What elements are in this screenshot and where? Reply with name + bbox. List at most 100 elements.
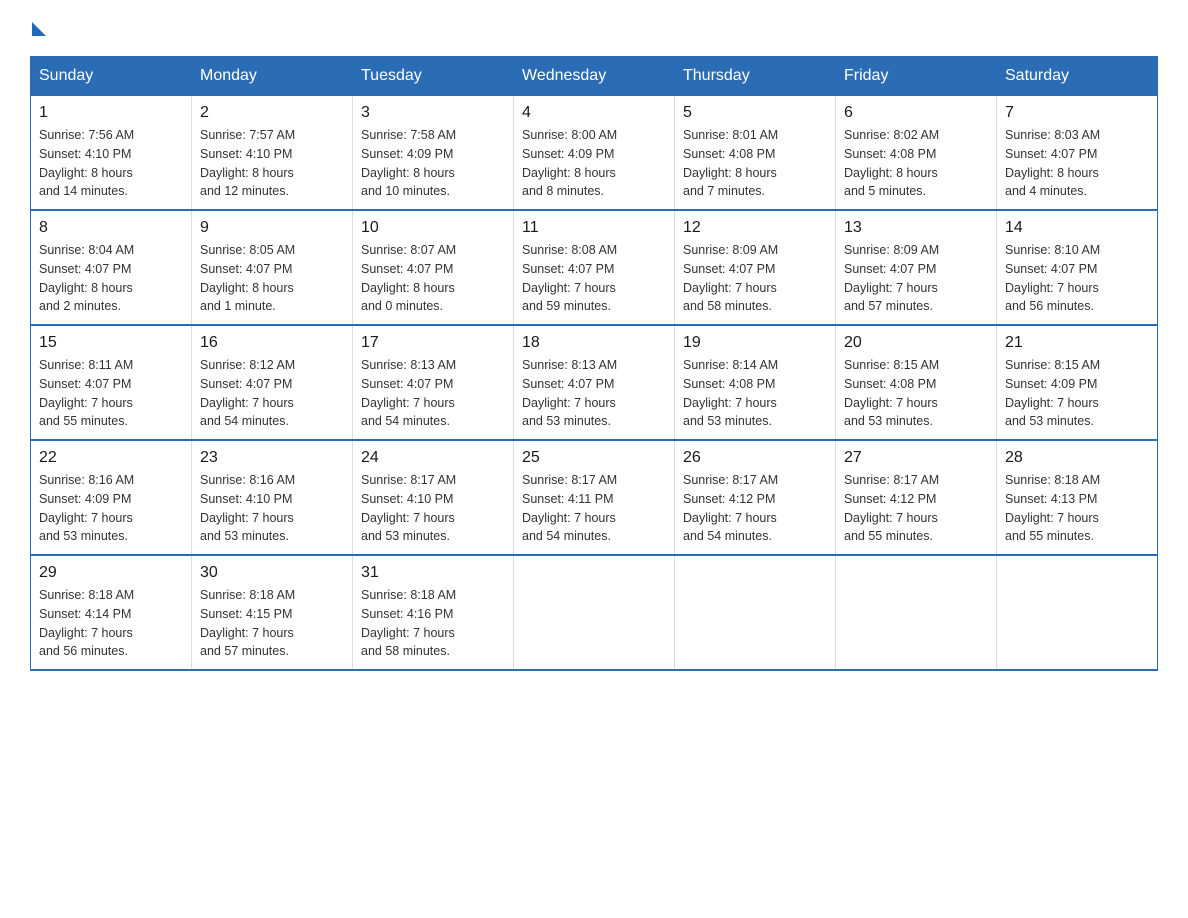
calendar-cell: 27 Sunrise: 8:17 AMSunset: 4:12 PMDayligh… (836, 440, 997, 555)
calendar-cell (836, 555, 997, 670)
day-info: Sunrise: 8:05 AMSunset: 4:07 PMDaylight:… (200, 241, 344, 316)
calendar-cell: 4 Sunrise: 8:00 AMSunset: 4:09 PMDaylight… (514, 96, 675, 211)
weekday-header-sunday: Sunday (31, 57, 192, 96)
day-info: Sunrise: 8:16 AMSunset: 4:09 PMDaylight:… (39, 471, 183, 546)
day-info: Sunrise: 8:12 AMSunset: 4:07 PMDaylight:… (200, 356, 344, 431)
day-number: 29 (39, 564, 183, 582)
day-info: Sunrise: 8:04 AMSunset: 4:07 PMDaylight:… (39, 241, 183, 316)
calendar-cell: 5 Sunrise: 8:01 AMSunset: 4:08 PMDaylight… (675, 96, 836, 211)
day-number: 14 (1005, 219, 1149, 237)
calendar-cell: 22 Sunrise: 8:16 AMSunset: 4:09 PMDayligh… (31, 440, 192, 555)
calendar-cell (675, 555, 836, 670)
day-number: 4 (522, 104, 666, 122)
day-info: Sunrise: 8:10 AMSunset: 4:07 PMDaylight:… (1005, 241, 1149, 316)
day-number: 9 (200, 219, 344, 237)
logo (30, 20, 46, 36)
calendar-table: SundayMondayTuesdayWednesdayThursdayFrid… (30, 56, 1158, 671)
day-info: Sunrise: 8:13 AMSunset: 4:07 PMDaylight:… (361, 356, 505, 431)
calendar-cell: 12 Sunrise: 8:09 AMSunset: 4:07 PMDayligh… (675, 210, 836, 325)
calendar-cell: 9 Sunrise: 8:05 AMSunset: 4:07 PMDaylight… (192, 210, 353, 325)
calendar-week-4: 22 Sunrise: 8:16 AMSunset: 4:09 PMDayligh… (31, 440, 1158, 555)
day-number: 17 (361, 334, 505, 352)
day-number: 25 (522, 449, 666, 467)
day-number: 31 (361, 564, 505, 582)
calendar-cell: 15 Sunrise: 8:11 AMSunset: 4:07 PMDayligh… (31, 325, 192, 440)
calendar-cell: 26 Sunrise: 8:17 AMSunset: 4:12 PMDayligh… (675, 440, 836, 555)
day-number: 3 (361, 104, 505, 122)
weekday-header-wednesday: Wednesday (514, 57, 675, 96)
day-info: Sunrise: 8:17 AMSunset: 4:12 PMDaylight:… (844, 471, 988, 546)
calendar-week-1: 1 Sunrise: 7:56 AMSunset: 4:10 PMDaylight… (31, 96, 1158, 211)
day-number: 5 (683, 104, 827, 122)
logo-text (30, 20, 46, 36)
calendar-cell: 10 Sunrise: 8:07 AMSunset: 4:07 PMDayligh… (353, 210, 514, 325)
calendar-cell (997, 555, 1158, 670)
day-info: Sunrise: 8:11 AMSunset: 4:07 PMDaylight:… (39, 356, 183, 431)
calendar-cell: 31Sunrise: 8:18 AMSunset: 4:16 PMDayligh… (353, 555, 514, 670)
calendar-cell (514, 555, 675, 670)
day-info: Sunrise: 8:09 AMSunset: 4:07 PMDaylight:… (683, 241, 827, 316)
calendar-cell: 18Sunrise: 8:13 AMSunset: 4:07 PMDayligh… (514, 325, 675, 440)
day-number: 28 (1005, 449, 1149, 467)
calendar-cell: 7 Sunrise: 8:03 AMSunset: 4:07 PMDaylight… (997, 96, 1158, 211)
day-number: 7 (1005, 104, 1149, 122)
calendar-cell: 20 Sunrise: 8:15 AMSunset: 4:08 PMDayligh… (836, 325, 997, 440)
day-info: Sunrise: 8:15 AMSunset: 4:09 PMDaylight:… (1005, 356, 1149, 431)
calendar-cell: 23Sunrise: 8:16 AMSunset: 4:10 PMDayligh… (192, 440, 353, 555)
day-info: Sunrise: 8:00 AMSunset: 4:09 PMDaylight:… (522, 126, 666, 201)
calendar-cell: 28 Sunrise: 8:18 AMSunset: 4:13 PMDayligh… (997, 440, 1158, 555)
day-number: 12 (683, 219, 827, 237)
day-number: 21 (1005, 334, 1149, 352)
day-number: 8 (39, 219, 183, 237)
day-info: Sunrise: 8:17 AMSunset: 4:12 PMDaylight:… (683, 471, 827, 546)
day-number: 26 (683, 449, 827, 467)
day-number: 6 (844, 104, 988, 122)
calendar-cell: 2 Sunrise: 7:57 AMSunset: 4:10 PMDaylight… (192, 96, 353, 211)
day-info: Sunrise: 8:08 AMSunset: 4:07 PMDaylight:… (522, 241, 666, 316)
day-number: 1 (39, 104, 183, 122)
day-number: 22 (39, 449, 183, 467)
page-header (30, 20, 1158, 36)
calendar-cell: 8 Sunrise: 8:04 AMSunset: 4:07 PMDaylight… (31, 210, 192, 325)
weekday-header-monday: Monday (192, 57, 353, 96)
calendar-cell: 13Sunrise: 8:09 AMSunset: 4:07 PMDayligh… (836, 210, 997, 325)
weekday-header-saturday: Saturday (997, 57, 1158, 96)
day-number: 23 (200, 449, 344, 467)
calendar-cell: 6Sunrise: 8:02 AMSunset: 4:08 PMDaylight… (836, 96, 997, 211)
calendar-cell: 17 Sunrise: 8:13 AMSunset: 4:07 PMDayligh… (353, 325, 514, 440)
day-number: 30 (200, 564, 344, 582)
day-info: Sunrise: 7:58 AMSunset: 4:09 PMDaylight:… (361, 126, 505, 201)
day-number: 27 (844, 449, 988, 467)
day-number: 24 (361, 449, 505, 467)
day-number: 11 (522, 219, 666, 237)
calendar-cell: 11 Sunrise: 8:08 AMSunset: 4:07 PMDayligh… (514, 210, 675, 325)
day-info: Sunrise: 7:56 AMSunset: 4:10 PMDaylight:… (39, 126, 183, 201)
day-info: Sunrise: 8:07 AMSunset: 4:07 PMDaylight:… (361, 241, 505, 316)
day-info: Sunrise: 8:13 AMSunset: 4:07 PMDaylight:… (522, 356, 666, 431)
day-info: Sunrise: 8:09 AMSunset: 4:07 PMDaylight:… (844, 241, 988, 316)
calendar-cell: 24 Sunrise: 8:17 AMSunset: 4:10 PMDayligh… (353, 440, 514, 555)
calendar-cell: 25 Sunrise: 8:17 AMSunset: 4:11 PMDayligh… (514, 440, 675, 555)
weekday-header-tuesday: Tuesday (353, 57, 514, 96)
day-info: Sunrise: 8:14 AMSunset: 4:08 PMDaylight:… (683, 356, 827, 431)
calendar-cell: 29Sunrise: 8:18 AMSunset: 4:14 PMDayligh… (31, 555, 192, 670)
calendar-cell: 30Sunrise: 8:18 AMSunset: 4:15 PMDayligh… (192, 555, 353, 670)
day-info: Sunrise: 7:57 AMSunset: 4:10 PMDaylight:… (200, 126, 344, 201)
day-number: 20 (844, 334, 988, 352)
day-number: 15 (39, 334, 183, 352)
day-info: Sunrise: 8:03 AMSunset: 4:07 PMDaylight:… (1005, 126, 1149, 201)
calendar-cell: 21 Sunrise: 8:15 AMSunset: 4:09 PMDayligh… (997, 325, 1158, 440)
calendar-week-2: 8 Sunrise: 8:04 AMSunset: 4:07 PMDaylight… (31, 210, 1158, 325)
day-info: Sunrise: 8:15 AMSunset: 4:08 PMDaylight:… (844, 356, 988, 431)
calendar-cell: 16Sunrise: 8:12 AMSunset: 4:07 PMDayligh… (192, 325, 353, 440)
calendar-week-3: 15 Sunrise: 8:11 AMSunset: 4:07 PMDayligh… (31, 325, 1158, 440)
day-info: Sunrise: 8:01 AMSunset: 4:08 PMDaylight:… (683, 126, 827, 201)
day-info: Sunrise: 8:18 AMSunset: 4:13 PMDaylight:… (1005, 471, 1149, 546)
day-info: Sunrise: 8:17 AMSunset: 4:10 PMDaylight:… (361, 471, 505, 546)
calendar-cell: 14 Sunrise: 8:10 AMSunset: 4:07 PMDayligh… (997, 210, 1158, 325)
weekday-header-friday: Friday (836, 57, 997, 96)
day-info: Sunrise: 8:17 AMSunset: 4:11 PMDaylight:… (522, 471, 666, 546)
weekday-header-thursday: Thursday (675, 57, 836, 96)
day-number: 2 (200, 104, 344, 122)
day-number: 10 (361, 219, 505, 237)
